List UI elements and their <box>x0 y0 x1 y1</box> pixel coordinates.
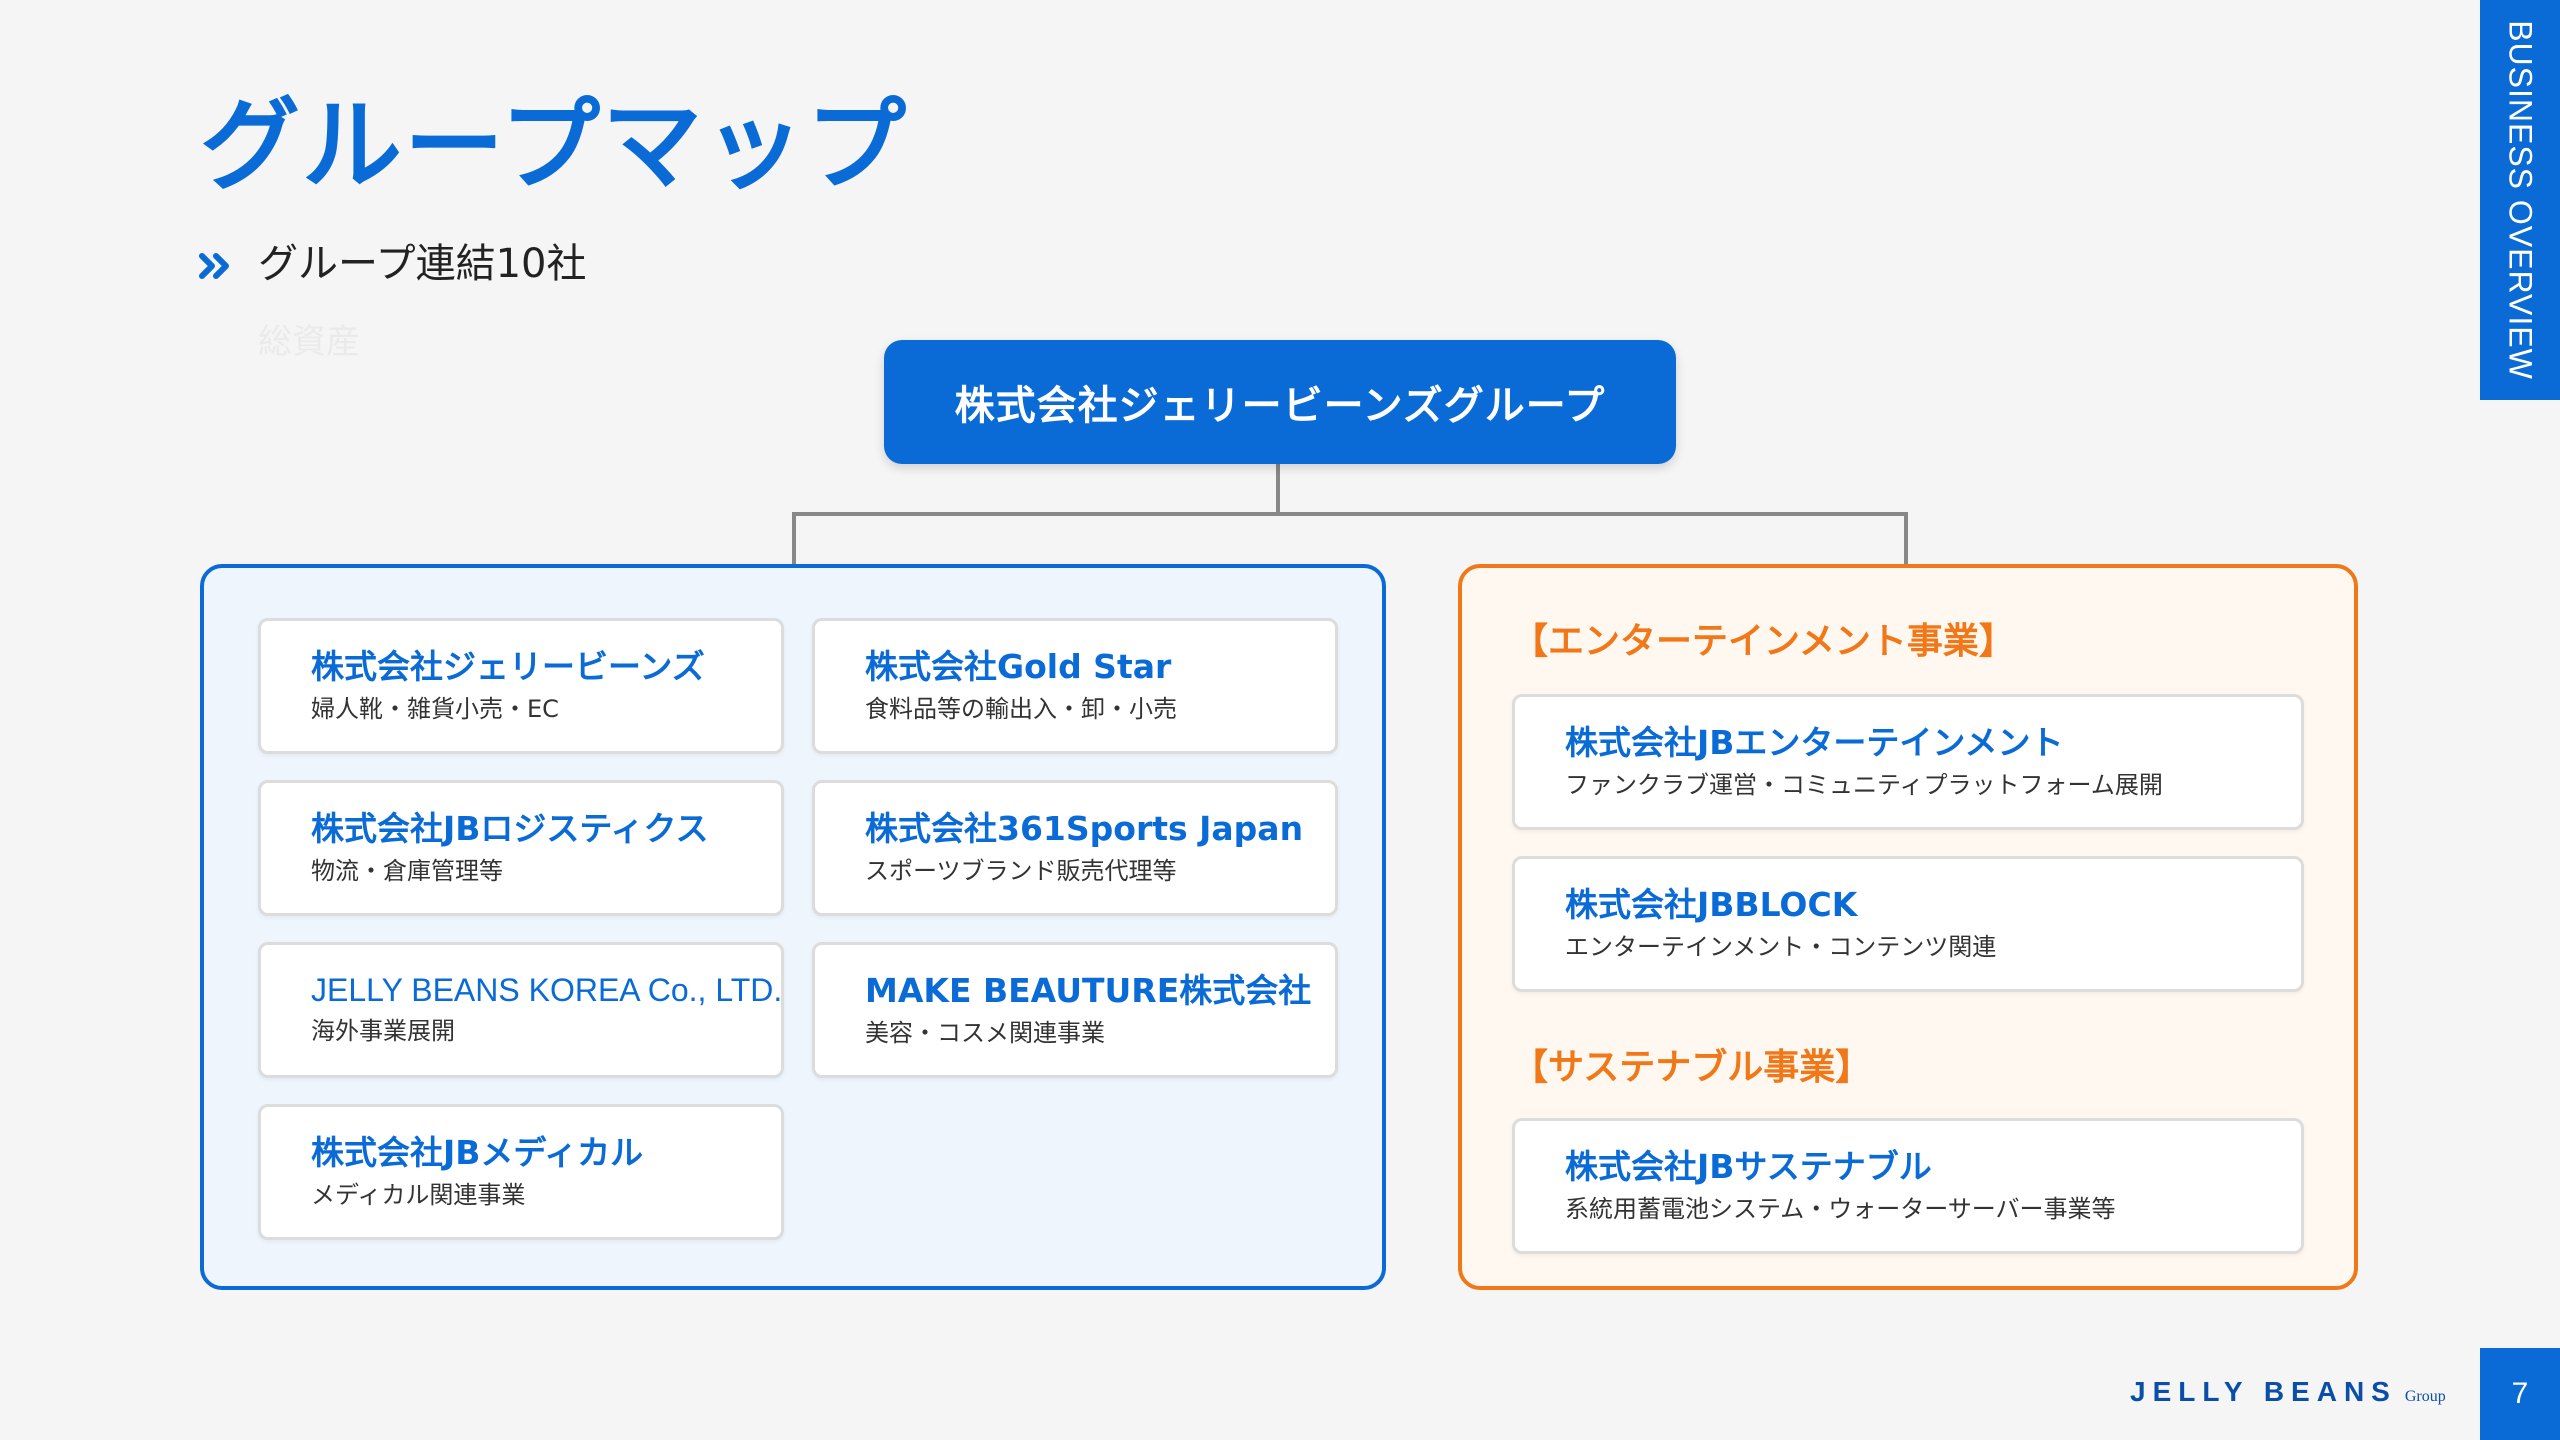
company-desc: メディカル関連事業 <box>311 1180 526 1209</box>
company-desc: スポーツブランド販売代理等 <box>865 856 1177 885</box>
page-title: グループマップ <box>200 87 908 204</box>
company-desc: 婦人靴・雑貨小売・EC <box>311 694 559 723</box>
company-desc: 食料品等の輸出入・卸・小売 <box>865 694 1177 723</box>
company-name: 株式会社Gold Star <box>865 647 1172 686</box>
root-company-node: 株式会社ジェリービーンズグループ <box>884 340 1676 464</box>
company-name: 株式会社JBロジスティクス <box>311 809 709 848</box>
company-card: 株式会社JBエンターテインメント ファンクラブ運営・コミュニティプラットフォーム… <box>1512 694 2304 830</box>
company-card: 株式会社JBサステナブル 系統用蓄電池システム・ウォーターサーバー事業等 <box>1512 1118 2304 1254</box>
company-card: 株式会社JBロジスティクス 物流・倉庫管理等 <box>258 780 784 916</box>
side-tab-label: BUSINESS OVERVIEW <box>2502 20 2539 380</box>
group-subtitle: グループ連結10社 <box>258 241 587 287</box>
brand-logo: JELLY BEANS Group <box>2130 1376 2446 1408</box>
company-card: 株式会社361Sports Japan スポーツブランド販売代理等 <box>812 780 1338 916</box>
company-card: MAKE BEAUTURE株式会社 美容・コスメ関連事業 <box>812 942 1338 1078</box>
company-name: 株式会社JBエンターテインメント <box>1565 723 2064 762</box>
page-number: 7 <box>2480 1348 2560 1440</box>
company-name: 株式会社ジェリービーンズ <box>311 647 705 686</box>
company-name: 株式会社JBサステナブル <box>1565 1147 1932 1186</box>
company-desc: ファンクラブ運営・コミュニティプラットフォーム展開 <box>1565 770 2163 799</box>
company-desc: 海外事業展開 <box>311 1017 455 1046</box>
company-name: MAKE BEAUTURE株式会社 <box>865 971 1312 1010</box>
company-name: 株式会社JBメディカル <box>311 1133 644 1172</box>
brand-name: JELLY BEANS <box>2130 1376 2397 1407</box>
section-side-tab: BUSINESS OVERVIEW <box>2480 0 2560 400</box>
entertainment-heading: 【エンターテインメント事業】 <box>1512 621 2015 662</box>
company-name: 株式会社361Sports Japan <box>865 809 1304 848</box>
company-desc: 美容・コスメ関連事業 <box>865 1018 1105 1047</box>
company-name: 株式会社JBBLOCK <box>1565 885 1858 924</box>
company-card: 株式会社ジェリービーンズ 婦人靴・雑貨小売・EC <box>258 618 784 754</box>
faded-note: 総資産 <box>258 322 360 362</box>
double-chevron-right-icon <box>199 253 229 279</box>
company-name: JELLY BEANS KOREA Co., LTD. <box>311 972 783 1008</box>
company-desc: エンターテインメント・コンテンツ関連 <box>1565 932 1997 961</box>
company-card: 株式会社JBメディカル メディカル関連事業 <box>258 1104 784 1240</box>
company-card: 株式会社JBBLOCK エンターテインメント・コンテンツ関連 <box>1512 856 2304 992</box>
brand-sub: Group <box>2404 1388 2446 1405</box>
company-desc: 物流・倉庫管理等 <box>311 856 503 885</box>
company-desc: 系統用蓄電池システム・ウォーターサーバー事業等 <box>1565 1194 2116 1223</box>
group-right-container: 【エンターテインメント事業】 株式会社JBエンターテインメント ファンクラブ運営… <box>1458 564 2358 1290</box>
company-card: 株式会社Gold Star 食料品等の輸出入・卸・小売 <box>812 618 1338 754</box>
group-left-container: 株式会社ジェリービーンズ 婦人靴・雑貨小売・EC 株式会社Gold Star 食… <box>200 564 1386 1290</box>
company-card: JELLY BEANS KOREA Co., LTD. 海外事業展開 <box>258 942 784 1078</box>
sustainable-heading: 【サステナブル事業】 <box>1512 1047 1872 1088</box>
